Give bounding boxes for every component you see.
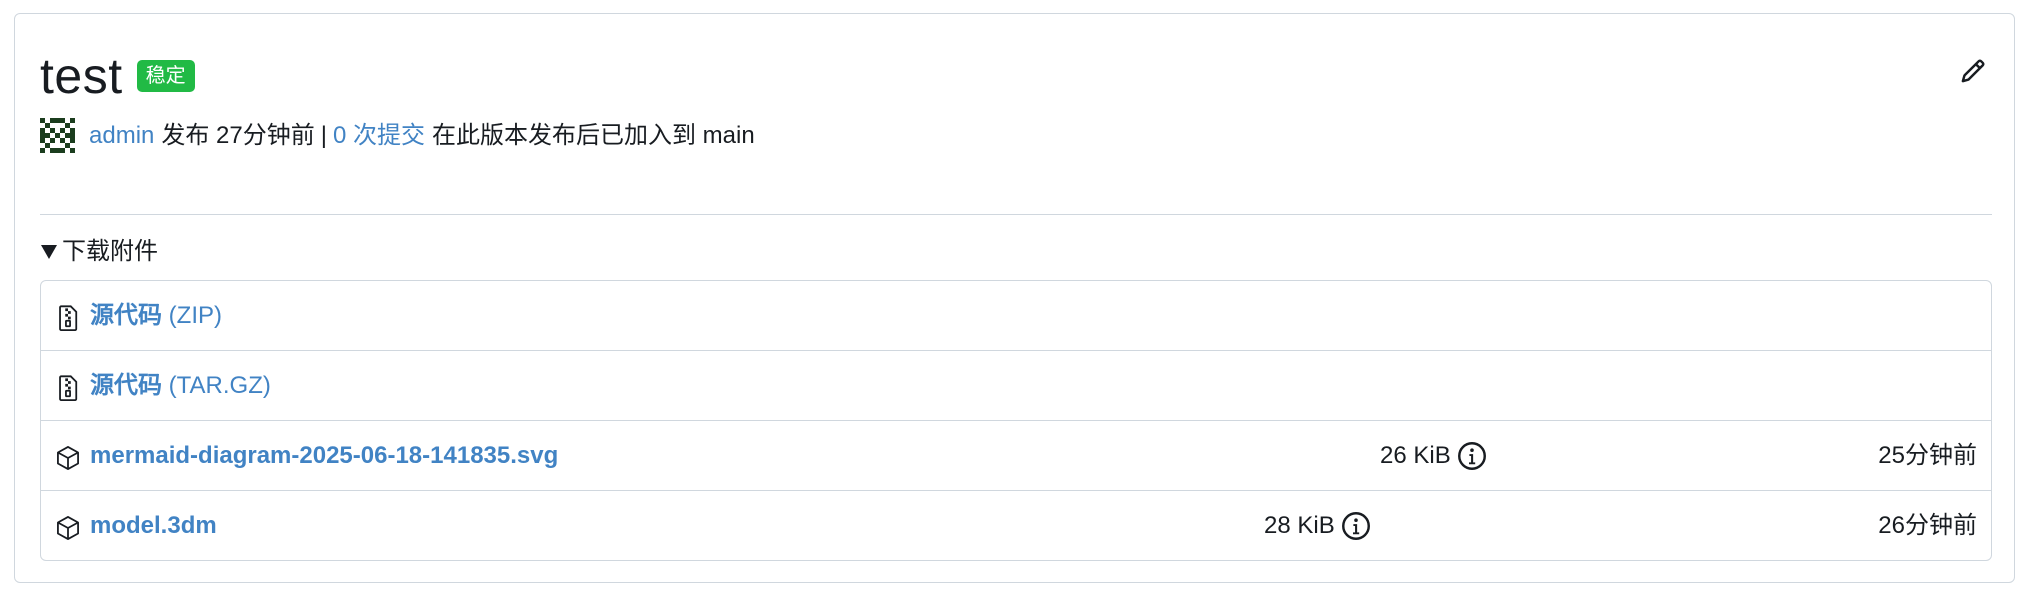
attachment-link[interactable]: model.3dm xyxy=(90,510,217,542)
attachment-size: 28 KiB xyxy=(1264,510,1371,542)
triangle-down-icon xyxy=(41,245,57,259)
file-zip-icon xyxy=(55,303,81,333)
attachment-size-value: 26 KiB xyxy=(1380,442,1451,469)
file-zip-icon xyxy=(55,373,81,403)
list-item: mermaid-diagram-2025-06-18-141835.svg 26… xyxy=(41,421,1991,491)
stable-badge: 稳定 xyxy=(136,60,195,92)
avatar[interactable] xyxy=(40,118,75,153)
downloads-toggle[interactable]: 下载附件 xyxy=(40,236,158,268)
downloads-label: 下载附件 xyxy=(62,238,158,265)
info-icon[interactable] xyxy=(1457,441,1487,471)
release-header: test 稳定 xyxy=(40,48,195,104)
source-targz-format: (TAR.GZ) xyxy=(168,372,271,399)
attachments-list: 源代码 (ZIP) 源代码 (TAR.GZ) mermaid-diagram-2… xyxy=(40,280,1992,561)
release-meta: admin 发布 27分钟前 | 0 次提交 在此版本发布后已加入到 main xyxy=(40,118,755,153)
list-item: 源代码 (ZIP) xyxy=(41,281,1991,351)
release-title[interactable]: test xyxy=(40,48,123,104)
package-icon xyxy=(55,513,81,543)
source-zip-format: (ZIP) xyxy=(168,302,222,329)
attachment-time: 25分钟前 xyxy=(1878,442,1977,469)
list-item: 源代码 (TAR.GZ) xyxy=(41,351,1991,421)
list-item: model.3dm 28 KiB 26分钟前 xyxy=(41,491,1991,560)
meta-separator: | xyxy=(320,121,327,149)
source-zip-label: 源代码 xyxy=(90,302,162,329)
info-icon[interactable] xyxy=(1341,511,1371,541)
package-icon xyxy=(55,443,81,473)
release-card: test 稳定 admin 发布 27分钟前 | 0 次提交 在此版本发布后已加… xyxy=(14,13,2015,583)
source-zip-link[interactable]: 源代码 (ZIP) xyxy=(90,300,222,332)
commits-link[interactable]: 0 次提交 xyxy=(333,120,425,152)
source-targz-label: 源代码 xyxy=(90,372,162,399)
attachment-size: 26 KiB xyxy=(1380,440,1487,472)
edit-release-button[interactable] xyxy=(1956,54,1990,88)
published-text: 发布 27分钟前 xyxy=(161,121,315,149)
source-targz-link[interactable]: 源代码 (TAR.GZ) xyxy=(90,370,271,402)
commits-suffix: 在此版本发布后已加入到 main xyxy=(432,121,755,149)
divider xyxy=(40,214,1992,215)
attachment-time: 26分钟前 xyxy=(1878,512,1977,539)
author-link[interactable]: admin xyxy=(89,120,154,152)
pencil-icon xyxy=(1961,59,1985,83)
attachment-size-value: 28 KiB xyxy=(1264,512,1335,539)
attachment-link[interactable]: mermaid-diagram-2025-06-18-141835.svg xyxy=(90,440,558,472)
